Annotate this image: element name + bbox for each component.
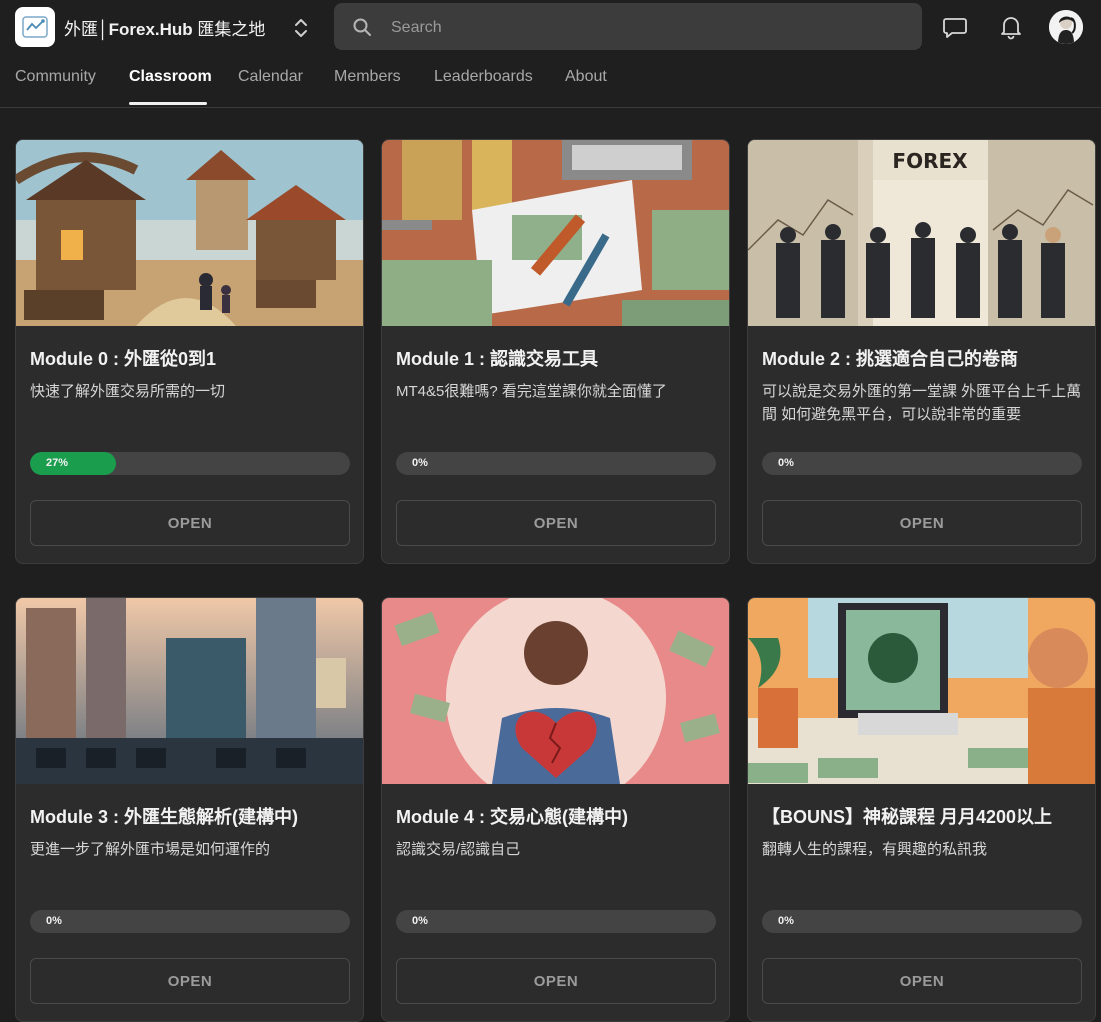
group-name[interactable]: 外匯│Forex.Hub 匯集之地 [64,15,265,40]
course-description: 快速了解外匯交易所需的一切 [30,383,226,400]
progress-label: 0% [778,457,794,469]
group-name-bold: Forex.Hub [108,20,193,39]
tab-community[interactable]: Community [15,68,96,86]
course-thumbnail-forex-guards[interactable]: FOREX [748,140,1096,326]
course-thumbnail-trader-desk[interactable] [748,598,1096,784]
tab-leaderboards[interactable]: Leaderboards [434,68,533,86]
course-progress-bar: 0% [762,910,1082,933]
course-card[interactable]: 【BOUNS】神秘課程 月月4200以上 翻轉人生的課程，有興趣的私訊我 0% … [747,597,1096,1022]
search-bar[interactable] [334,3,922,52]
top-bar: 外匯│Forex.Hub 匯集之地 [0,0,1101,56]
course-card[interactable]: Module 0 : 外匯從0到1 快速了解外匯交易所需的一切 27% OPEN [15,139,364,564]
open-course-button[interactable]: OPEN [30,958,350,1004]
group-name-suffix: 匯集之地 [192,20,266,39]
tab-about[interactable]: About [565,68,607,86]
chevron-updown-icon[interactable] [292,16,310,40]
open-course-button[interactable]: OPEN [762,958,1082,1004]
tab-classroom[interactable]: Classroom [129,68,212,86]
avatar-portrait-icon [1049,10,1083,44]
course-description: 可以說是交易外匯的第一堂課 外匯平台上千上萬間 如何避免黑平台，可以說非常的重要 [762,383,1082,423]
course-progress-bar: 0% [396,452,716,475]
user-avatar[interactable] [1049,10,1083,44]
tab-calendar[interactable]: Calendar [238,68,303,86]
open-course-button[interactable]: OPEN [762,500,1082,546]
progress-label: 27% [46,457,69,469]
forex-sign-text: FOREX [892,149,968,173]
course-description: 認識交易/認識自己 [396,841,521,858]
open-course-button[interactable]: OPEN [396,958,716,1004]
bell-icon[interactable] [998,14,1024,40]
progress-fill [30,452,117,475]
course-card[interactable]: FOREX Module 2 : 挑選適合自己的卷商 可以說是交易外匯的第一堂課… [747,139,1096,564]
forexhub-logo-icon [22,16,48,38]
course-progress-bar: 0% [396,910,716,933]
progress-label: 0% [412,915,428,927]
group-logo[interactable] [15,7,55,47]
course-thumbnail-broken-heart[interactable] [382,598,730,784]
active-tab-indicator [129,102,207,105]
course-title[interactable]: Module 0 : 外匯從0到1 [30,345,216,371]
course-description: 翻轉人生的課程，有興趣的私訊我 [762,841,988,858]
course-title[interactable]: Module 3 : 外匯生態解析(建構中) [30,803,298,829]
progress-label: 0% [778,915,794,927]
course-title[interactable]: Module 4 : 交易心態(建構中) [396,803,628,829]
open-course-button[interactable]: OPEN [30,500,350,546]
group-name-prefix: 外匯│ [64,20,109,39]
course-progress-bar: 0% [30,910,350,933]
chat-icon[interactable] [942,14,968,40]
course-thumbnail-trading-floor[interactable] [16,598,364,784]
course-title[interactable]: Module 2 : 挑選適合自己的卷商 [762,345,1018,371]
course-title[interactable]: Module 1 : 認識交易工具 [396,345,598,371]
course-card[interactable]: Module 3 : 外匯生態解析(建構中) 更進一步了解外匯市場是如何運作的 … [15,597,364,1022]
course-progress-bar: 27% [30,452,350,475]
nav-tabs: Community Classroom Calendar Members Lea… [0,56,1101,108]
search-input[interactable] [389,3,913,52]
search-icon [353,18,371,36]
progress-label: 0% [46,915,62,927]
tab-members[interactable]: Members [334,68,401,86]
course-thumbnail-tools[interactable] [382,140,730,326]
open-course-button[interactable]: OPEN [396,500,716,546]
course-description: MT4&5很難嗎? 看完這堂課你就全面懂了 [396,383,667,400]
course-card[interactable]: Module 4 : 交易心態(建構中) 認識交易/認識自己 0% OPEN [381,597,730,1022]
progress-label: 0% [412,457,428,469]
course-description: 更進一步了解外匯市場是如何運作的 [30,841,271,858]
course-thumbnail-village[interactable] [16,140,364,326]
course-progress-bar: 0% [762,452,1082,475]
course-title[interactable]: 【BOUNS】神秘課程 月月4200以上 [762,803,1052,829]
course-card[interactable]: Module 1 : 認識交易工具 MT4&5很難嗎? 看完這堂課你就全面懂了 … [381,139,730,564]
